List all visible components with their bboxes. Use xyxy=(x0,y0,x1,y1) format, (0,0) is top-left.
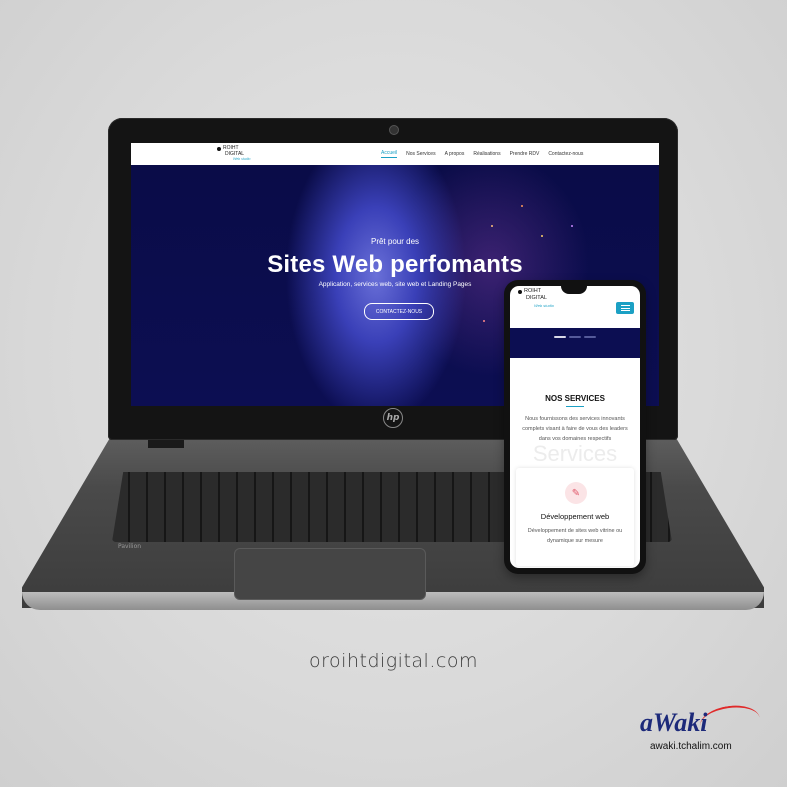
laptop-model-label: Pavilion xyxy=(118,543,142,550)
mobile-logo-tagline: Web studio xyxy=(534,303,554,308)
services-description: Nous fournissons des services innovants … xyxy=(522,416,628,442)
hero-pretitle: Prêt pour des xyxy=(370,237,420,246)
site-logo[interactable]: ROIHT DIGITAL Web studio xyxy=(217,145,261,163)
pencil-icon: ✎ xyxy=(565,482,587,504)
watermark-swoosh-icon xyxy=(698,701,762,743)
sparkle xyxy=(483,320,485,322)
nav-item-contact[interactable]: Contactez-nous xyxy=(548,151,583,157)
nav-item-services[interactable]: Nos Services xyxy=(406,151,435,157)
mobile-logo-line2: DIGITAL xyxy=(526,295,547,301)
webcam-icon xyxy=(389,125,399,135)
nav-item-realisations[interactable]: Réalisations xyxy=(473,151,500,157)
main-nav: Accueil Nos Services A propos Réalisatio… xyxy=(381,143,583,165)
domain-caption: oroihtdigital.com xyxy=(309,650,478,672)
phone-screen: ROIHT DIGITAL Web studio Services NOS SE… xyxy=(510,286,640,568)
nav-item-rdv[interactable]: Prendre RDV xyxy=(510,151,540,157)
nav-item-accueil[interactable]: Accueil xyxy=(381,150,398,158)
logo-tagline: Web studio xyxy=(233,157,251,161)
mobile-hero-slider xyxy=(510,328,640,358)
sparkle xyxy=(521,205,523,207)
services-title: NOS SERVICES xyxy=(545,394,605,403)
mobile-logo-line1: ROIHT xyxy=(524,288,542,294)
hero-title: Sites Web perfomants xyxy=(267,251,523,278)
logo-mark-icon xyxy=(217,147,221,151)
laptop-trackpad xyxy=(234,548,426,600)
sparkle xyxy=(571,225,573,227)
hp-logo: hp xyxy=(383,408,403,428)
sparkle xyxy=(491,225,493,227)
hamburger-icon[interactable] xyxy=(616,302,634,314)
watermark-url: awaki.tchalim.com xyxy=(650,741,732,752)
services-background-word: Services xyxy=(532,441,618,466)
slider-dot-active[interactable] xyxy=(554,336,566,338)
service-card-title: Développement web xyxy=(540,512,610,521)
slider-dot[interactable] xyxy=(569,336,581,338)
service-card-description: Développement de sites web vitrine ou dy… xyxy=(527,528,623,544)
contact-button[interactable]: CONTACTEZ-NOUS xyxy=(364,303,434,320)
phone-notch xyxy=(561,284,587,294)
site-header: ROIHT DIGITAL Web studio Accueil Nos Ser… xyxy=(131,143,659,165)
nav-item-a-propos[interactable]: A propos xyxy=(445,151,465,157)
title-underline xyxy=(566,406,584,407)
slider-dot[interactable] xyxy=(584,336,596,338)
logo-mark-icon xyxy=(518,290,522,294)
watermark-logo: aWaki xyxy=(640,708,708,737)
